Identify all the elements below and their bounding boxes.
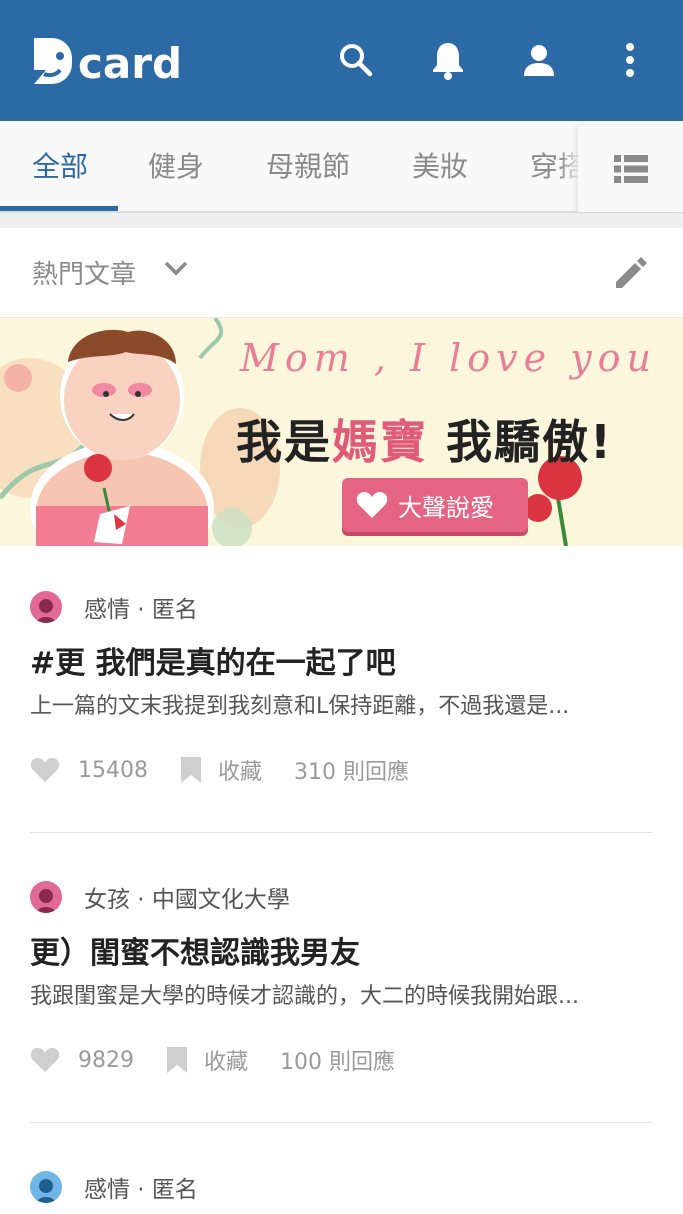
post-divider xyxy=(30,832,653,833)
app-header: card xyxy=(0,0,683,121)
tabs-fade xyxy=(560,121,580,211)
banner-mom-text: Mom , I love you xyxy=(240,336,658,380)
post-divider xyxy=(30,1122,653,1123)
section-title[interactable]: 熱門文章 xyxy=(32,254,136,291)
dcard-logo[interactable]: card xyxy=(30,33,182,88)
comment-count: 100 則回應 xyxy=(280,1050,396,1075)
post-board: 感情 · 匿名 xyxy=(84,1177,198,1203)
chevron-down-icon[interactable] xyxy=(164,260,188,280)
banner-headline: 我是媽寶 我驕傲! xyxy=(236,415,613,469)
post-meta: 女孩 · 中國文化大學 xyxy=(30,880,290,914)
bookmark-icon[interactable] xyxy=(166,1046,188,1074)
section-gap xyxy=(0,213,683,228)
active-tab-indicator xyxy=(0,206,118,211)
post-board: 女孩 · 中國文化大學 xyxy=(84,887,290,913)
tab-makeup[interactable]: 美妝 xyxy=(412,121,468,213)
post-excerpt: 我跟閨蜜是大學的時候才認識的，大二的時候我開始跟... xyxy=(30,984,579,1009)
post-title: 更）閨蜜不想認識我男友 xyxy=(30,936,360,971)
avatar xyxy=(30,1171,62,1203)
post-meta: 感情 · 匿名 xyxy=(30,590,198,624)
like-count: 15408 xyxy=(78,757,148,783)
tabs-menu-button[interactable] xyxy=(578,126,683,212)
popular-section-bar: 熱門文章 xyxy=(0,228,683,318)
pencil-icon[interactable] xyxy=(610,252,650,296)
avatar xyxy=(30,591,62,623)
post-meta: 感情 · 匿名 xyxy=(30,1170,198,1204)
like-count: 9829 xyxy=(78,1047,134,1073)
post-excerpt: 上一篇的文末我提到我刻意和L保持距離，不過我還是... xyxy=(30,694,570,719)
avatar xyxy=(30,881,62,913)
heart-icon[interactable] xyxy=(30,757,60,783)
heart-icon xyxy=(356,491,388,519)
more-vertical-icon[interactable] xyxy=(608,38,652,82)
post-stats: 15408 收藏 310 則回應 xyxy=(30,754,409,786)
banner-cta-label: 大聲說愛 xyxy=(398,493,494,522)
tab-mothers-day[interactable]: 母親節 xyxy=(266,121,350,213)
save-label[interactable]: 收藏 xyxy=(218,754,262,786)
user-icon[interactable] xyxy=(517,38,561,82)
dcard-logo-icon xyxy=(30,34,74,88)
post-stats: 9829 收藏 100 則回應 xyxy=(30,1044,395,1076)
banner-cta-button[interactable]: 大聲說愛 xyxy=(342,478,528,532)
post-title: #更 我們是真的在一起了吧 xyxy=(30,646,396,681)
logo-text: card xyxy=(78,39,183,88)
tab-all[interactable]: 全部 xyxy=(32,121,88,213)
save-label[interactable]: 收藏 xyxy=(204,1044,248,1076)
search-icon[interactable] xyxy=(334,38,378,82)
bell-icon[interactable] xyxy=(426,38,470,82)
tab-fitness[interactable]: 健身 xyxy=(148,121,204,213)
heart-icon[interactable] xyxy=(30,1047,60,1073)
post-board: 感情 · 匿名 xyxy=(84,597,198,623)
comment-count: 310 則回應 xyxy=(294,760,410,785)
bookmark-icon[interactable] xyxy=(180,756,202,784)
mothers-day-banner[interactable]: Mom , I love you 我是媽寶 我驕傲! 大聲說愛 xyxy=(0,318,683,546)
list-icon xyxy=(613,155,648,183)
